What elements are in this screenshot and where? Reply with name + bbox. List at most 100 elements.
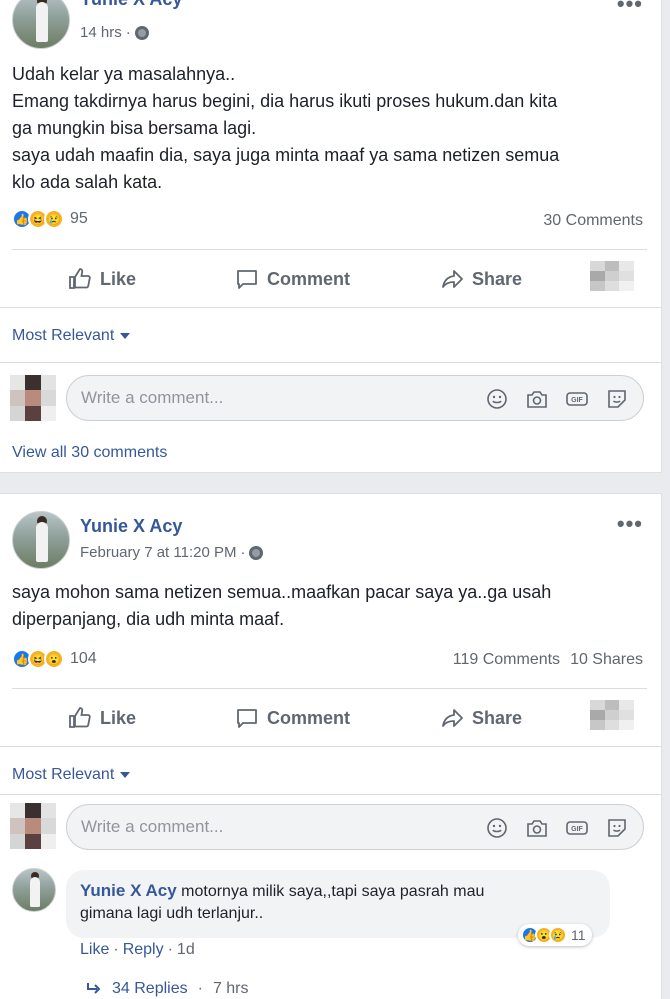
like-button[interactable]: Like [68, 267, 136, 291]
share-label: Share [472, 268, 523, 289]
globe-icon [134, 25, 149, 40]
page-avatar[interactable] [590, 700, 634, 730]
svg-text:GIF: GIF [571, 397, 583, 404]
post-body: Udah kelar ya masalahnya.. Emang takdirn… [12, 61, 647, 196]
camera-icon[interactable] [525, 816, 549, 840]
comment-actions: Like · Reply · 1d [80, 941, 195, 959]
reaction-summary[interactable]: 👍 😆 😮 104 [12, 649, 97, 669]
comment-label: Comment [267, 268, 351, 289]
comment-text: gimana lagi udh terlanjur.. [80, 905, 264, 922]
comments-count[interactable]: 119 Comments [453, 651, 560, 669]
post-author[interactable]: Yunie X Acy [80, 516, 182, 537]
reply-arrow-icon [87, 983, 101, 994]
comment-bubble-icon [237, 709, 257, 728]
gif-icon[interactable]: GIF [565, 816, 589, 840]
comment-text: motornya milik saya,,tapi saya pasrah ma… [181, 883, 485, 900]
comment-bubble-icon [237, 270, 257, 289]
share-label: Share [472, 707, 523, 728]
comment-reply-link[interactable]: Reply [123, 941, 164, 959]
post-body: saya mohon sama netizen semua..maafkan p… [12, 579, 647, 633]
comment-reactions[interactable]: 👍 😮 😢 11 [518, 924, 592, 946]
viewer-avatar[interactable] [10, 803, 56, 849]
comment-sort-dropdown[interactable]: Most Relevant [12, 766, 131, 784]
author-avatar[interactable] [12, 0, 70, 49]
share-arrow-icon [442, 709, 463, 727]
author-avatar[interactable] [12, 511, 70, 569]
post-text-line: Udah kelar ya masalahnya.. [12, 64, 236, 84]
comment-reaction-count: 11 [571, 927, 586, 943]
comment-like-link[interactable]: Like [80, 941, 109, 959]
sad-reaction-icon: 😢 [44, 209, 64, 229]
comment-input-box[interactable]: GIF [66, 804, 644, 850]
commenter-name[interactable]: Yunie X Acy [80, 881, 177, 900]
sticker-icon[interactable] [605, 387, 629, 411]
comment-button[interactable]: Comment [235, 706, 350, 730]
divider [0, 746, 661, 747]
post-text-line: diperpanjang, dia udh minta maaf. [12, 609, 285, 629]
replies-time: 7 hrs [212, 980, 249, 997]
replies-count: 34 Replies [112, 980, 188, 997]
like-label: Like [100, 707, 137, 728]
sticker-icon[interactable] [605, 816, 629, 840]
shares-count[interactable]: 10 Shares [570, 651, 643, 669]
thumbs-up-icon [69, 707, 91, 728]
engagement-counts: 30 Comments [543, 212, 643, 230]
emoji-icon[interactable] [485, 387, 509, 411]
post-timestamp[interactable]: February 7 at 11:20 PM [80, 544, 236, 561]
post-text-line: saya udah maafin dia, saya juga minta ma… [12, 145, 560, 165]
reaction-count: 95 [70, 210, 88, 227]
emoji-icon[interactable] [485, 816, 509, 840]
comment-button[interactable]: Comment [235, 267, 350, 291]
view-replies-link[interactable]: 34 Replies · 7 hrs [86, 980, 249, 998]
sort-label: Most Relevant [12, 327, 115, 344]
post-author[interactable]: Yunie X Acy [80, 0, 182, 10]
comment-tools: GIF [485, 387, 629, 411]
divider [0, 307, 661, 308]
post-meta: 14 hrs · [80, 24, 149, 41]
camera-icon[interactable] [525, 387, 549, 411]
sad-reaction-icon: 😢 [549, 926, 567, 944]
viewer-avatar[interactable] [10, 375, 56, 421]
thumbs-up-icon [69, 268, 91, 289]
comment-input[interactable] [81, 386, 461, 410]
like-label: Like [100, 268, 137, 289]
post-text-line: saya mohon sama netizen semua..maafkan p… [12, 582, 552, 602]
commenter-avatar[interactable] [12, 868, 56, 912]
caret-down-icon [120, 333, 131, 339]
comment-label: Comment [267, 707, 351, 728]
divider [12, 249, 647, 250]
globe-icon [249, 545, 264, 560]
svg-text:GIF: GIF [571, 826, 583, 833]
wow-reaction-icon: 😮 [44, 649, 64, 669]
post-text-line: ga mungkin bisa bersama lagi. [12, 118, 257, 138]
share-button[interactable]: Share [440, 706, 522, 730]
divider [0, 362, 661, 363]
divider [12, 688, 647, 689]
gif-icon[interactable]: GIF [565, 387, 589, 411]
post-timestamp[interactable]: 14 hrs [80, 24, 122, 41]
post-card: Yunie X Acy 14 hrs · ••• Udah kelar ya m… [0, 0, 662, 473]
comments-count[interactable]: 30 Comments [543, 212, 643, 230]
caret-down-icon [120, 772, 131, 778]
like-button[interactable]: Like [68, 706, 136, 730]
divider [0, 794, 661, 795]
post-text-line: Emang takdirnya harus begini, dia harus … [12, 91, 558, 111]
page-avatar[interactable] [590, 261, 634, 291]
comment-time[interactable]: 1d [177, 941, 195, 959]
more-options-icon[interactable]: ••• [617, 0, 643, 17]
share-arrow-icon [442, 270, 463, 288]
comment-input-box[interactable]: GIF [66, 375, 644, 421]
post-text-line: klo ada salah kata. [12, 172, 163, 192]
post-card: Yunie X Acy February 7 at 11:20 PM · •••… [0, 493, 662, 999]
more-options-icon[interactable]: ••• [617, 511, 643, 537]
comment-tools: GIF [485, 816, 629, 840]
reaction-count: 104 [70, 650, 97, 667]
view-all-comments-link[interactable]: View all 30 comments [12, 444, 167, 462]
comment-input[interactable] [81, 815, 461, 839]
reaction-summary[interactable]: 👍 😆 😢 95 [12, 209, 88, 229]
post-meta: February 7 at 11:20 PM · [80, 544, 264, 561]
comment-sort-dropdown[interactable]: Most Relevant [12, 327, 131, 345]
share-button[interactable]: Share [440, 267, 522, 291]
sort-label: Most Relevant [12, 766, 115, 783]
engagement-counts: 119 Comments 10 Shares [453, 651, 643, 669]
